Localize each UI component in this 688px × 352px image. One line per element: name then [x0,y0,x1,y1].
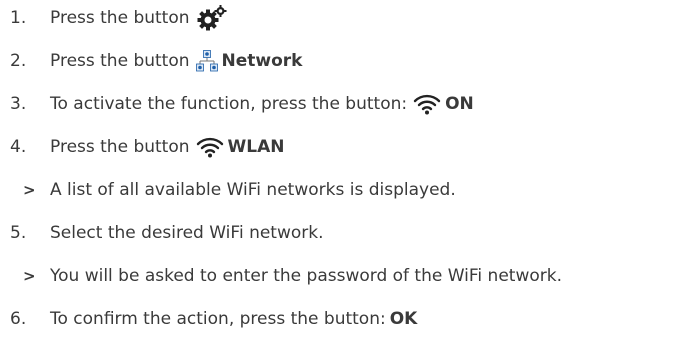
step-number: 2. [10,51,27,71]
on-label: ON [445,94,474,114]
step-number: 4. [10,137,27,157]
step-number: 1. [10,8,27,28]
wifi-icon [196,136,224,158]
step-text: Select the desired WiFi network. [50,223,324,243]
step-text: Press the button [50,51,190,71]
network-label: Network [221,51,303,71]
step-number: 6. [10,309,27,329]
step-number: 3. [10,94,27,114]
network-icon [195,50,218,72]
step-text: Press the button [50,137,190,157]
wlan-label: WLAN [227,137,285,157]
result-marker: > [23,181,36,199]
wifi-icon [413,93,441,115]
gear-icon [196,5,230,31]
instruction-list: 1. Press the button 2. Press the button … [0,0,688,352]
step-number: 5. [10,223,27,243]
result-text: A list of all available WiFi networks is… [50,180,456,200]
step-text: Press the button [50,8,190,28]
step-text: To activate the function, press the butt… [50,94,408,114]
ok-label: OK [389,309,418,329]
result-text: You will be asked to enter the password … [50,266,563,286]
result-marker: > [23,267,36,285]
step-text: To confirm the action, press the button: [50,309,386,329]
